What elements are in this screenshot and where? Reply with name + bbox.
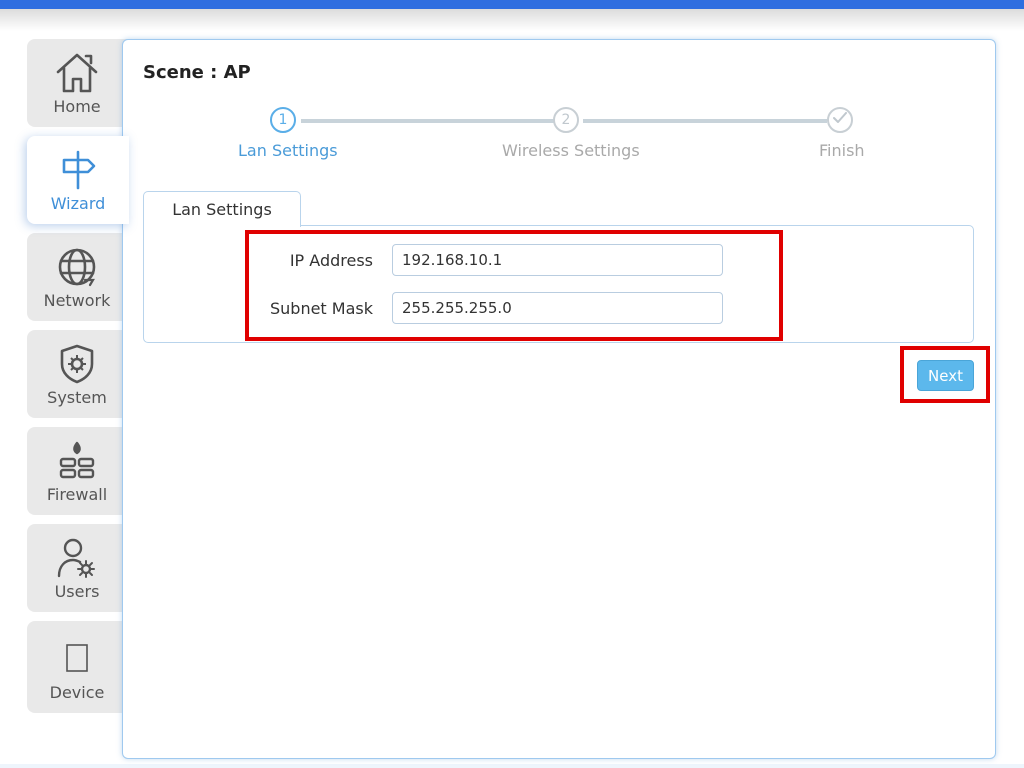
sidebar: Home Wizard Network System Firewall User… bbox=[0, 0, 130, 768]
top-bar-shadow bbox=[0, 9, 1024, 31]
signpost-icon bbox=[56, 148, 100, 192]
tab-lan-settings[interactable]: Lan Settings bbox=[143, 191, 301, 227]
sidebar-item-wizard[interactable]: Wizard bbox=[27, 136, 129, 224]
next-button-highlight-box bbox=[900, 346, 990, 403]
sidebar-item-system[interactable]: System bbox=[27, 330, 127, 418]
step-1-marker: 1 bbox=[270, 107, 296, 133]
globe-network-icon bbox=[55, 245, 99, 289]
sidebar-item-label: Users bbox=[54, 582, 100, 601]
user-wrench-icon bbox=[55, 536, 99, 580]
form-highlight-box bbox=[245, 230, 783, 341]
sidebar-item-device[interactable]: Device bbox=[27, 621, 127, 713]
step-3-marker bbox=[827, 107, 853, 133]
step-connector bbox=[583, 119, 827, 123]
sidebar-item-label: Home bbox=[53, 97, 101, 116]
sidebar-item-firewall[interactable]: Firewall bbox=[27, 427, 127, 515]
top-bar bbox=[0, 0, 1024, 9]
main-panel: Scene : AP 1 Lan Settings 2 Wireless Set… bbox=[122, 39, 996, 759]
home-icon bbox=[55, 51, 99, 95]
step-number: 1 bbox=[278, 112, 288, 128]
device-icon bbox=[55, 637, 99, 681]
step-1-label: Lan Settings bbox=[238, 141, 338, 160]
sidebar-item-home[interactable]: Home bbox=[27, 39, 127, 127]
sidebar-item-users[interactable]: Users bbox=[27, 524, 127, 612]
step-2-label: Wireless Settings bbox=[502, 141, 640, 160]
step-2-marker: 2 bbox=[553, 107, 579, 133]
sidebar-item-label: Device bbox=[49, 683, 105, 702]
sidebar-item-label: Firewall bbox=[46, 485, 108, 504]
sidebar-item-network[interactable]: Network bbox=[27, 233, 127, 321]
check-icon bbox=[833, 112, 847, 128]
step-3-label: Finish bbox=[819, 141, 865, 160]
bottom-border bbox=[0, 764, 1024, 768]
page-title: Scene : AP bbox=[143, 62, 251, 83]
step-number: 2 bbox=[561, 112, 571, 128]
sidebar-item-label: System bbox=[47, 388, 107, 407]
step-connector bbox=[301, 119, 554, 123]
sidebar-item-label: Wizard bbox=[50, 194, 106, 213]
shield-gear-icon bbox=[55, 342, 99, 386]
sidebar-item-label: Network bbox=[43, 291, 111, 310]
firewall-icon bbox=[55, 439, 99, 483]
